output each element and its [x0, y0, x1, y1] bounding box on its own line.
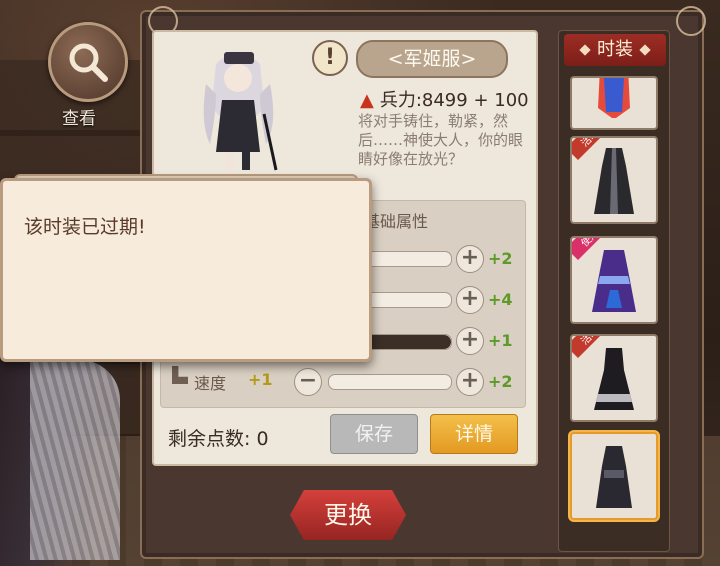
minus-button[interactable]: − [294, 368, 322, 396]
wardrobe-title-text: 时装 [597, 39, 633, 60]
attribute-bonus: +2 [488, 249, 513, 268]
plus-button[interactable]: + [456, 245, 484, 273]
costume-dark-robe-icon [594, 148, 634, 214]
panel-corner-ornament [676, 6, 706, 36]
costume-slot-selected[interactable] [570, 432, 658, 520]
expired-popup[interactable] [0, 178, 372, 362]
view-label: 查看 [62, 109, 96, 129]
wardrobe-title: 时装 [564, 34, 666, 66]
outfit-name: <军姬服> [356, 40, 508, 78]
remaining-points: 剩余点数: 0 [168, 428, 269, 450]
costume-slot[interactable]: 使用中 [570, 236, 658, 324]
attribute-bonus: +4 [488, 290, 513, 309]
attribute-title: 基础属性 [364, 212, 429, 231]
change-button[interactable]: 更换 [290, 490, 406, 540]
flame-icon: ▲ [360, 90, 374, 111]
costume-red-blue-icon [598, 78, 630, 118]
plus-button[interactable]: + [456, 368, 484, 396]
character-hair [30, 360, 120, 560]
costume-slot[interactable]: 活动 [570, 334, 658, 422]
plus-button[interactable]: + [456, 327, 484, 355]
search-icon [69, 43, 108, 82]
attribute-bar-fill [361, 335, 451, 349]
costume-slot[interactable] [570, 76, 658, 130]
power-stat: ▲ 兵力:8499 + 100 [360, 86, 529, 112]
attribute-bar [328, 374, 452, 390]
info-icon[interactable]: ! [312, 40, 348, 76]
save-button[interactable]: 保存 [330, 414, 418, 454]
costume-slot[interactable]: 活动 [570, 136, 658, 224]
view-button[interactable] [48, 22, 128, 102]
outfit-description: 将对手铸住，勒紧，然后……神使大人，你的眼睛好像在放光？ [358, 112, 524, 168]
character-preview [203, 52, 278, 171]
diamond-icon [579, 44, 591, 56]
power-value: 兵力:8499 + 100 [379, 90, 529, 111]
costume-blue-dress-icon [592, 250, 636, 312]
speed-label: 速度 [194, 374, 227, 393]
diamond-icon [639, 44, 651, 56]
popup-message: 该时装已过期! [24, 216, 146, 238]
detail-button[interactable]: 详情 [430, 414, 518, 454]
speed-base-bonus: +1 [248, 370, 273, 389]
attribute-bonus: +1 [488, 331, 513, 350]
costume-black-dress-icon [594, 348, 634, 410]
costume-dark-armor-icon [596, 446, 632, 508]
attribute-bonus: +2 [488, 372, 513, 391]
plus-button[interactable]: + [456, 286, 484, 314]
